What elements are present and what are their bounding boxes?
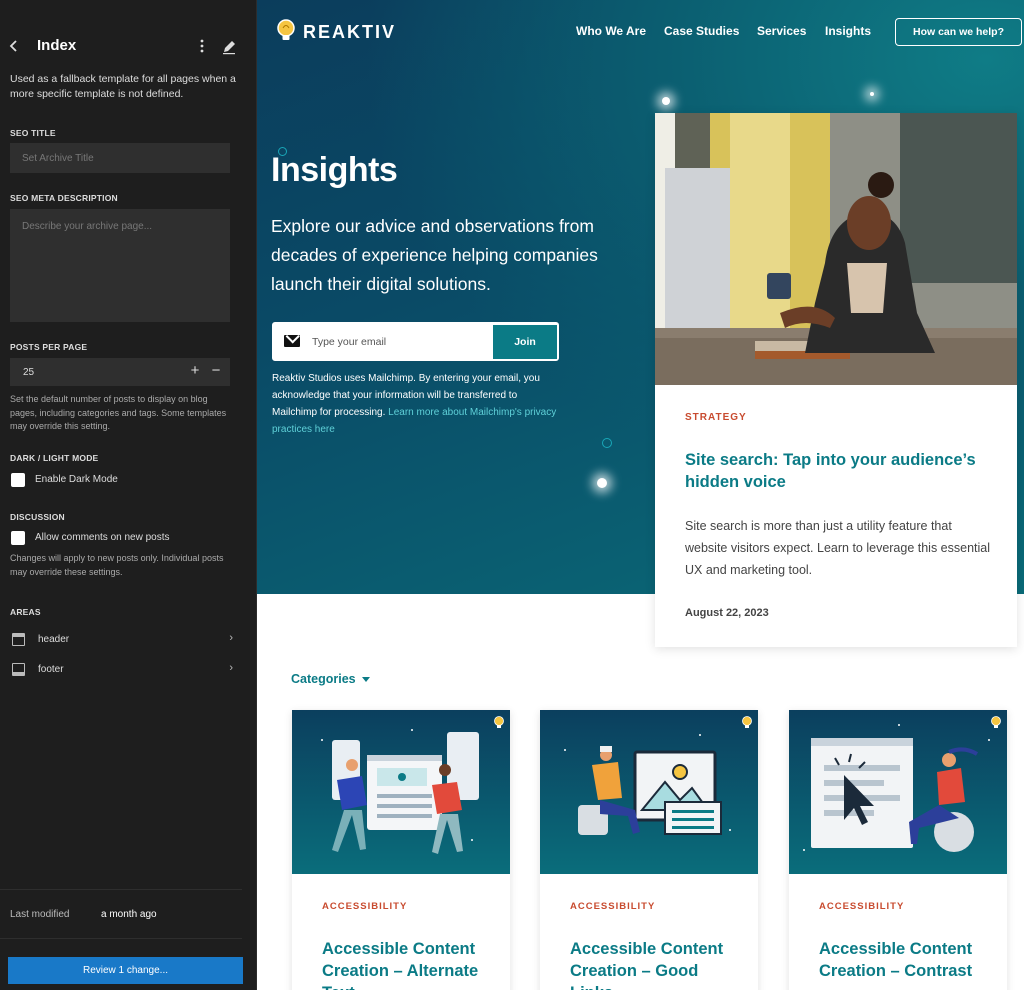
back-arrow-icon[interactable] [6, 36, 22, 56]
sidebar-title: Index [37, 37, 77, 54]
plus-icon[interactable]: + [187, 363, 203, 379]
last-modified-value: a month ago [101, 909, 157, 920]
nav-services[interactable]: Services [757, 24, 806, 38]
post-card-image[interactable] [789, 710, 1007, 874]
post-category-tag[interactable]: ACCESSIBILITY [570, 901, 655, 912]
dark-light-mode-label: DARK / LIGHT MODE [10, 453, 99, 463]
areas-label: AREAS [10, 607, 41, 617]
newsletter-form: Join [272, 322, 559, 361]
post-category-tag[interactable]: STRATEGY [685, 412, 747, 423]
envelope-icon [284, 335, 300, 347]
lightbulb-icon [494, 716, 504, 728]
minus-icon[interactable]: − [208, 363, 224, 379]
nav-who-we-are[interactable]: Who We Are [576, 24, 646, 38]
seo-title-input[interactable] [10, 143, 230, 173]
area-item-header[interactable]: header › [10, 628, 235, 652]
post-card[interactable]: ACCESSIBILITY Accessible Content Creatio… [789, 710, 1007, 990]
post-category-tag[interactable]: ACCESSIBILITY [322, 901, 407, 912]
page-title: Insights [271, 151, 398, 189]
post-card-title[interactable]: Accessible Content Creation – Good Links [570, 938, 745, 990]
sparkle-decoration [597, 478, 607, 488]
featured-post-card[interactable]: STRATEGY Site search: Tap into your audi… [655, 113, 1017, 647]
featured-post-image[interactable] [655, 113, 1017, 385]
posts-per-page-help: Set the default number of posts to displ… [10, 394, 227, 431]
chevron-right-icon: › [229, 632, 233, 644]
posts-per-page-label: POSTS PER PAGE [10, 342, 88, 352]
template-settings-sidebar: Index Used as a fallback template for al… [0, 0, 257, 990]
review-changes-button[interactable]: Review 1 change... [8, 957, 243, 984]
lightbulb-icon [742, 716, 752, 728]
seo-meta-description-field[interactable] [10, 209, 230, 322]
allow-comments-checkbox[interactable] [11, 531, 25, 545]
dark-mode-checkbox[interactable] [11, 473, 25, 487]
hero-subtitle: Explore our advice and observations from… [271, 216, 598, 294]
post-category-tag[interactable]: ACCESSIBILITY [819, 901, 904, 912]
seo-meta-label: SEO META DESCRIPTION [10, 193, 118, 203]
area-item-label: header [38, 634, 70, 645]
woman-at-desk-photo [655, 113, 1017, 385]
nav-insights[interactable]: Insights [825, 24, 871, 38]
featured-post-title[interactable]: Site search: Tap into your audience’s hi… [685, 449, 995, 493]
lightbulb-icon [277, 19, 295, 40]
seo-title-label: SEO TITLE [10, 128, 56, 138]
more-options-icon[interactable] [195, 36, 209, 56]
mailchimp-disclaimer: Reaktiv Studios uses Mailchimp. By enter… [272, 370, 562, 438]
logo-text: REAKTIV [303, 22, 397, 42]
featured-post-date: August 22, 2023 [685, 607, 769, 619]
sparkle-decoration [870, 92, 874, 96]
site-preview: REAKTIV Who We Are Case Studies Services… [257, 0, 1024, 990]
post-card-image[interactable] [292, 710, 510, 874]
area-item-footer[interactable]: footer › [10, 658, 235, 682]
alt-text-illustration [321, 729, 479, 854]
sparkle-decoration [662, 97, 670, 105]
chevron-right-icon: › [229, 662, 233, 674]
post-card-image[interactable] [540, 710, 758, 874]
email-input[interactable] [312, 330, 482, 354]
posts-per-page-stepper[interactable]: 25 + − [10, 358, 230, 386]
header-layout-icon [12, 633, 25, 646]
post-card-title[interactable]: Accessible Content Creation – Alternate … [322, 938, 497, 990]
divider [0, 889, 242, 890]
area-item-label: footer [38, 664, 64, 675]
caret-down-icon [361, 677, 370, 683]
post-card[interactable]: ACCESSIBILITY Accessible Content Creatio… [540, 710, 758, 990]
discussion-label: DISCUSSION [10, 512, 65, 522]
categories-dropdown[interactable]: Categories [291, 672, 370, 686]
lightbulb-icon [991, 716, 1001, 728]
categories-label: Categories [291, 672, 356, 686]
join-button[interactable]: Join [493, 325, 557, 359]
featured-post-excerpt: Site search is more than just a utility … [685, 519, 991, 577]
divider [0, 938, 242, 939]
sidebar-header: Index Used as a fallback template for al… [0, 0, 256, 100]
nav-case-studies[interactable]: Case Studies [664, 24, 739, 38]
discussion-help: Changes will apply to new posts only. In… [10, 553, 224, 577]
post-card-title[interactable]: Accessible Content Creation – Contrast [819, 938, 994, 982]
how-can-we-help-button[interactable]: How can we help? [895, 18, 1022, 46]
contrast-illustration [803, 724, 990, 852]
posts-per-page-value[interactable]: 25 [23, 367, 34, 378]
footer-layout-icon [12, 663, 25, 676]
allow-comments-checkbox-label: Allow comments on new posts [35, 532, 170, 543]
post-card[interactable]: ACCESSIBILITY Accessible Content Creatio… [292, 710, 510, 990]
template-description: Used as a fallback template for all page… [10, 73, 236, 100]
edit-pencil-icon[interactable] [221, 37, 237, 55]
good-links-illustration [564, 734, 731, 835]
dark-mode-checkbox-label: Enable Dark Mode [35, 474, 118, 485]
ring-decoration [602, 438, 612, 448]
last-modified-label: Last modified [10, 909, 70, 920]
